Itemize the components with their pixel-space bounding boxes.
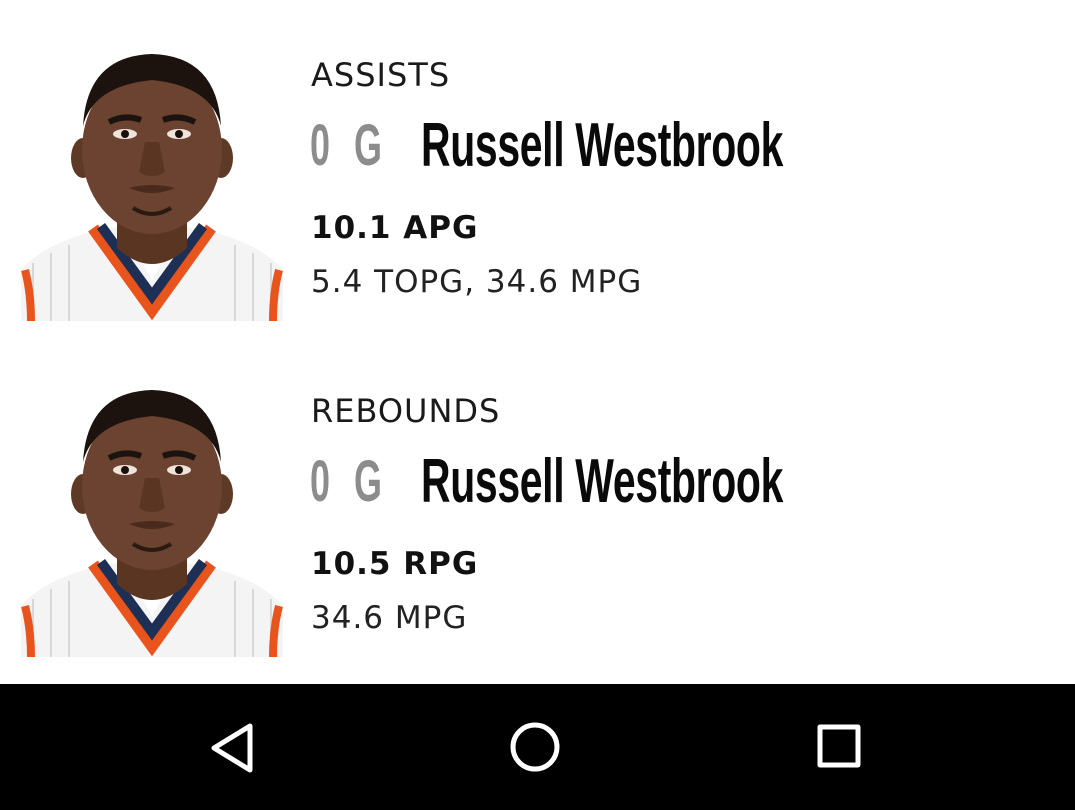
secondary-stat: 5.4 TOPG, 34.6 MPG [311, 264, 643, 300]
recents-square-icon [817, 724, 861, 768]
stat-category-label: REBOUNDS [311, 392, 501, 430]
home-circle-icon [510, 722, 560, 772]
recents-button[interactable] [804, 712, 874, 782]
system-navigation-bar [0, 684, 1075, 810]
leader-card-assists[interactable]: ASSISTS 0 G Russell Westbrook 10.1 APG 5.4… [0, 0, 1075, 336]
player-name: Russell Westbrook [421, 111, 784, 180]
back-triangle-icon [211, 723, 253, 773]
primary-stat: 10.1 APG [311, 210, 479, 246]
player-headshot [21, 48, 283, 321]
player-name-line: 0 G Russell Westbrook [310, 446, 970, 518]
home-button[interactable] [500, 712, 570, 782]
player-headshot [21, 384, 283, 657]
secondary-stat: 34.6 MPG [311, 600, 468, 636]
primary-stat: 10.5 RPG [311, 546, 479, 582]
player-position: G [354, 113, 382, 178]
player-name-line: 0 G Russell Westbrook [310, 110, 970, 182]
player-name: Russell Westbrook [421, 447, 784, 516]
stat-category-label: ASSISTS [311, 56, 451, 94]
jersey-number: 0 [310, 449, 331, 514]
jersey-number: 0 [310, 113, 331, 178]
leaders-screen: ASSISTS 0 G Russell Westbrook 10.1 APG 5.4… [0, 0, 1075, 810]
leader-card-rebounds[interactable]: REBOUNDS 0 G Russell Westbrook 10.5 RPG 34… [0, 336, 1075, 672]
player-position: G [354, 449, 382, 514]
back-button[interactable] [198, 712, 268, 782]
